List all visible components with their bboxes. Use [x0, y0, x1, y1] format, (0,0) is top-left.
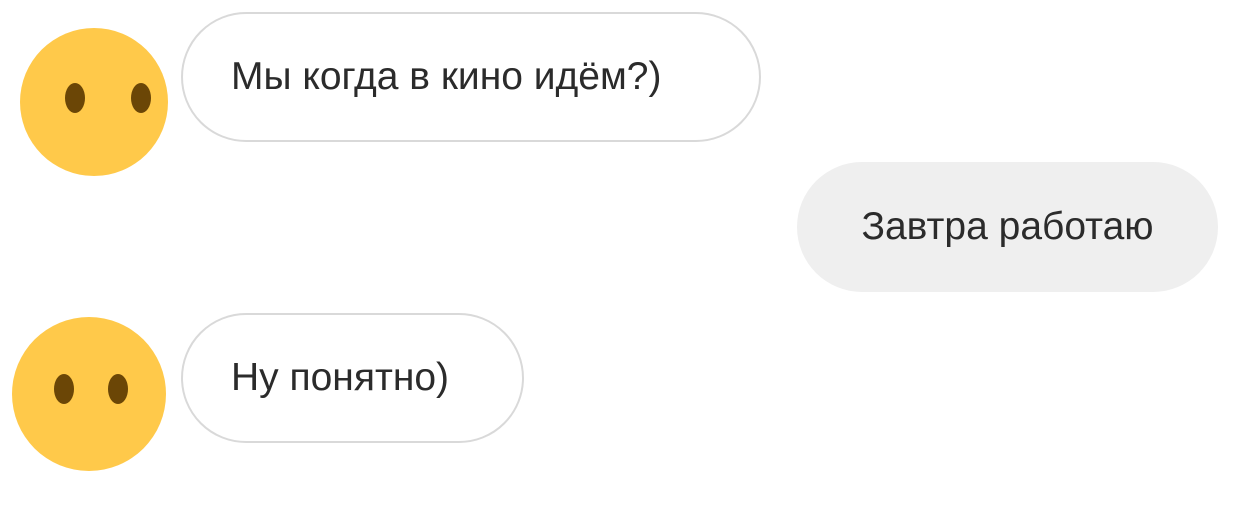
sender-avatar-emoji-icon[interactable]: [20, 28, 168, 176]
right-eye: [131, 83, 151, 113]
message-text: Завтра работаю: [861, 205, 1154, 248]
incoming-message-bubble[interactable]: Мы когда в кино идём?): [181, 12, 761, 142]
left-eye: [65, 83, 85, 113]
outgoing-message-bubble[interactable]: Завтра работаю: [797, 162, 1218, 292]
incoming-message-bubble[interactable]: Ну понятно): [181, 313, 524, 443]
right-eye: [108, 374, 128, 404]
sender-avatar-emoji-icon[interactable]: [12, 317, 166, 471]
left-eye: [54, 374, 74, 404]
message-text: Мы когда в кино идём?): [231, 55, 662, 98]
message-text: Ну понятно): [231, 356, 450, 399]
